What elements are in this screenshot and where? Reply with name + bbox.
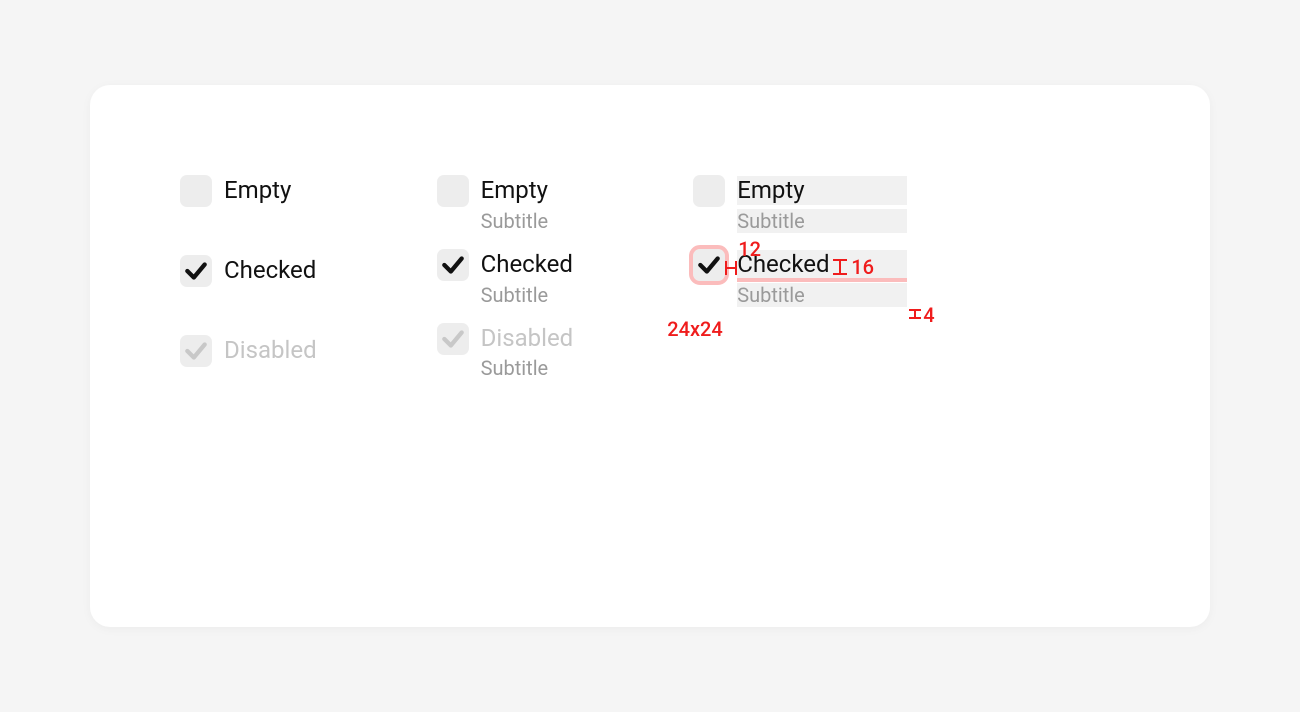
checkbox-empty[interactable] — [693, 175, 725, 207]
spec-card: Empty Checked Disabled Empty Subt — [90, 85, 1210, 627]
label-group: Disabled — [224, 335, 317, 365]
checkbox-subtitle: Subtitle — [737, 209, 907, 233]
checkbox-item-checked: Checked Subtitle — [693, 249, 907, 307]
check-icon — [183, 338, 209, 364]
column-basic: Empty Checked Disabled — [180, 175, 317, 567]
checkbox-disabled — [437, 323, 469, 355]
label-group: Empty Subtitle — [481, 175, 549, 233]
check-icon — [183, 258, 209, 284]
checkbox-label: Checked — [737, 250, 907, 279]
checkbox-empty[interactable] — [180, 175, 212, 207]
column-with-subtitle: Empty Subtitle Checked Subtitle Disabled… — [437, 175, 574, 567]
label-group: Checked — [224, 255, 316, 285]
check-icon — [696, 252, 722, 278]
label-group: Disabled Subtitle — [481, 323, 574, 381]
column-redline-spec: Empty Subtitle Checked Subtitle 12 — [693, 175, 907, 567]
redline-checkbox-size-label: 24x24 — [667, 317, 723, 341]
label-group: Empty — [224, 175, 291, 205]
checkbox-disabled — [180, 335, 212, 367]
checkbox-label: Checked — [224, 256, 316, 285]
checkbox-item-checked: Checked Subtitle — [437, 249, 574, 307]
checkbox-checked[interactable] — [180, 255, 212, 287]
checkbox-label: Empty — [737, 176, 907, 205]
checkbox-label: Disabled — [224, 336, 317, 365]
checkbox-empty[interactable] — [437, 175, 469, 207]
checkbox-item-empty: Empty Subtitle — [437, 175, 574, 233]
checkbox-label: Empty — [481, 176, 549, 205]
checkbox-item-checked: Checked — [180, 255, 317, 287]
checkbox-item-empty: Empty — [180, 175, 317, 207]
redline-gap-vertical-icon — [833, 259, 847, 275]
label-group: Empty Subtitle — [737, 175, 907, 233]
checkbox-subtitle: Subtitle — [737, 283, 907, 307]
checkbox-checked[interactable] — [693, 249, 725, 281]
redline-gap-vertical-label: 16 — [851, 255, 874, 279]
checkbox-item-disabled: Disabled — [180, 335, 317, 367]
check-icon — [440, 252, 466, 278]
redline-gap-horizontal-label: 12 — [738, 237, 761, 261]
checkbox-subtitle: Subtitle — [481, 356, 574, 380]
checkbox-subtitle: Subtitle — [481, 283, 573, 307]
redline-gap-subtitle-label: 4 — [923, 303, 934, 327]
checkbox-checked[interactable] — [437, 249, 469, 281]
checkbox-item-empty: Empty Subtitle — [693, 175, 907, 233]
checkbox-item-disabled: Disabled Subtitle — [437, 323, 574, 381]
redline-gap-horizontal-icon — [725, 261, 737, 275]
label-group: Checked Subtitle — [737, 249, 907, 307]
label-group: Checked Subtitle — [481, 249, 573, 307]
redline-gap-subtitle-icon — [909, 309, 921, 319]
redline-title-subtitle-gap — [737, 278, 907, 282]
checkbox-label: Checked — [481, 250, 573, 279]
checkbox-subtitle: Subtitle — [481, 209, 549, 233]
check-icon — [440, 326, 466, 352]
checkbox-label: Empty — [224, 176, 291, 205]
checkbox-label: Disabled — [481, 324, 574, 353]
